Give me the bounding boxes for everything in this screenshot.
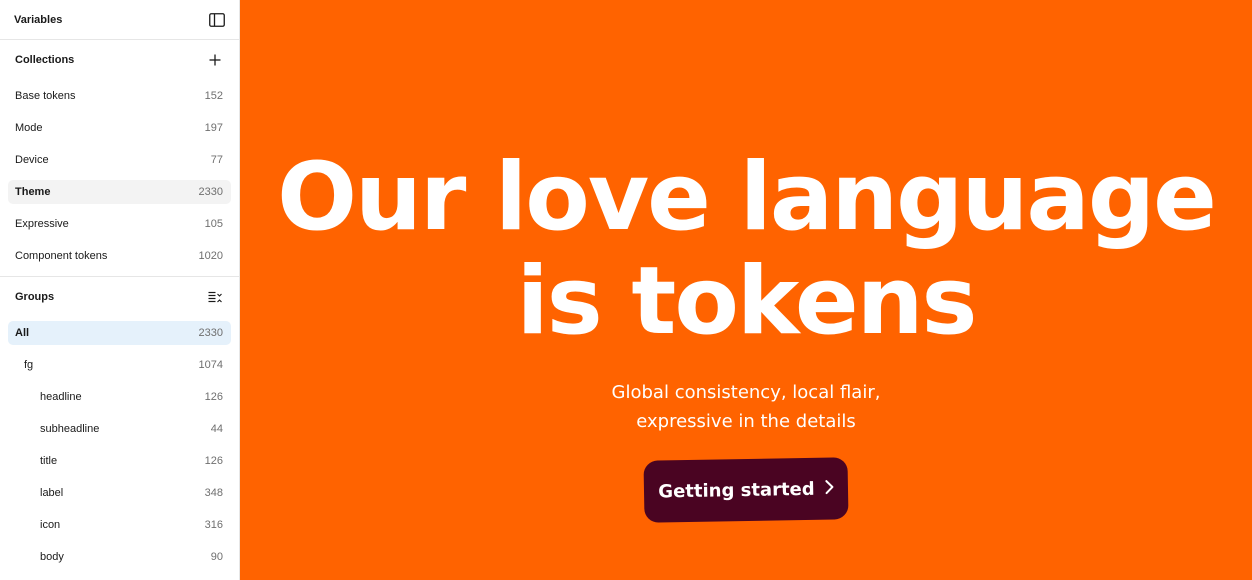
collection-count: 2330 bbox=[198, 186, 223, 198]
group-label: headline bbox=[40, 391, 82, 403]
collection-label: Base tokens bbox=[15, 90, 76, 102]
collection-label: Device bbox=[15, 154, 49, 166]
group-item-icon[interactable]: icon 316 bbox=[8, 513, 231, 537]
hero-headline: Our love language is tokens bbox=[240, 146, 1252, 354]
group-item-label[interactable]: label 348 bbox=[8, 481, 231, 505]
collections-title: Collections bbox=[15, 54, 75, 66]
group-count: 348 bbox=[204, 487, 223, 499]
groups-header: Groups bbox=[0, 277, 239, 317]
group-item-body[interactable]: body 90 bbox=[8, 545, 231, 569]
cta-label: Getting started bbox=[658, 478, 815, 503]
hero-preview: Our love language is tokens Global consi… bbox=[240, 0, 1252, 580]
chevron-right-icon bbox=[824, 478, 834, 499]
collection-item-component-tokens[interactable]: Component tokens 1020 bbox=[8, 244, 231, 268]
collection-count: 1020 bbox=[198, 250, 223, 262]
collection-item-mode[interactable]: Mode 197 bbox=[8, 116, 231, 140]
group-count: 2330 bbox=[198, 327, 223, 339]
sidebar-toggle-icon[interactable] bbox=[207, 10, 227, 30]
headline-line-2: is tokens bbox=[516, 247, 977, 356]
group-count: 316 bbox=[204, 519, 223, 531]
group-count: 126 bbox=[204, 391, 223, 403]
group-label: fg bbox=[24, 359, 34, 371]
collection-label: Theme bbox=[15, 186, 51, 198]
group-label: title bbox=[40, 455, 58, 467]
hero-subheadline: Global consistency, local flair, express… bbox=[240, 378, 1252, 436]
app: Variables Collections Base tokens 152 Mo… bbox=[0, 0, 1252, 580]
collection-item-base-tokens[interactable]: Base tokens 152 bbox=[8, 84, 231, 108]
collection-label: Component tokens bbox=[15, 250, 108, 262]
cta-content: Getting started bbox=[658, 478, 834, 502]
headline-line-1: Our love language bbox=[277, 143, 1217, 252]
subheadline-line-1: Global consistency, local flair, bbox=[611, 382, 881, 403]
group-label: icon bbox=[40, 519, 61, 531]
sidebar-header: Variables bbox=[0, 0, 239, 40]
group-count: 90 bbox=[210, 551, 223, 563]
sidebar-title: Variables bbox=[14, 13, 63, 26]
collections-header: Collections bbox=[0, 40, 239, 80]
group-label: label bbox=[40, 487, 64, 499]
group-item-title[interactable]: title 126 bbox=[8, 449, 231, 473]
group-item-fg[interactable]: fg 1074 bbox=[8, 353, 231, 377]
group-label: body bbox=[40, 551, 64, 563]
collection-count: 197 bbox=[204, 122, 223, 134]
getting-started-button[interactable]: Getting started bbox=[643, 457, 849, 523]
collection-count: 152 bbox=[204, 90, 223, 102]
collection-item-expressive[interactable]: Expressive 105 bbox=[8, 212, 231, 236]
collapse-list-icon[interactable] bbox=[205, 287, 225, 307]
collections-list: Base tokens 152 Mode 197 Device 77 Theme… bbox=[0, 80, 239, 268]
group-count: 1074 bbox=[198, 359, 223, 371]
group-item-subheadline[interactable]: subheadline 44 bbox=[8, 417, 231, 441]
groups-list: All 2330 fg 1074 headline 126 subheadlin… bbox=[0, 317, 239, 569]
variables-sidebar: Variables Collections Base tokens 152 Mo… bbox=[0, 0, 240, 580]
groups-title: Groups bbox=[15, 291, 55, 303]
group-label: subheadline bbox=[40, 423, 100, 435]
group-label: All bbox=[15, 327, 30, 339]
collection-count: 77 bbox=[210, 154, 223, 166]
group-item-headline[interactable]: headline 126 bbox=[8, 385, 231, 409]
collection-item-device[interactable]: Device 77 bbox=[8, 148, 231, 172]
collection-item-theme[interactable]: Theme 2330 bbox=[8, 180, 231, 204]
collection-label: Mode bbox=[15, 122, 43, 134]
group-item-all[interactable]: All 2330 bbox=[8, 321, 231, 345]
group-count: 126 bbox=[204, 455, 223, 467]
group-count: 44 bbox=[210, 423, 223, 435]
collection-count: 105 bbox=[204, 218, 223, 230]
subheadline-line-2: expressive in the details bbox=[636, 411, 856, 432]
collection-label: Expressive bbox=[15, 218, 69, 230]
plus-icon[interactable] bbox=[205, 50, 225, 70]
